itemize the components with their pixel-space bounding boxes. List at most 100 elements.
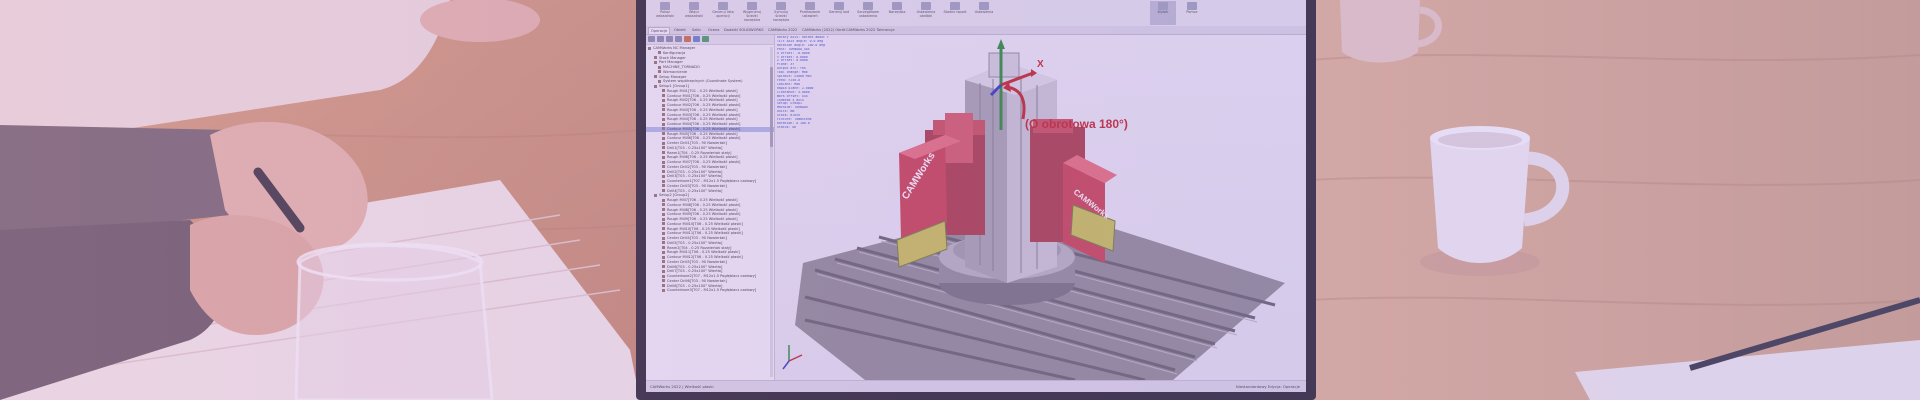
tree-item-label: Contour Mill1[T06 - 0.25 Wielkość płaski… — [667, 93, 741, 98]
ribbon-button[interactable]: Wygeneruj ścieżki narzędzia — [739, 1, 765, 25]
ribbon-button[interactable]: Stwórz raport — [942, 1, 968, 25]
ribbon-tool-icon — [689, 2, 699, 10]
operation-icon — [662, 132, 665, 135]
ribbon-button[interactable]: Generuj kod — [826, 1, 852, 25]
operation-icon — [662, 227, 665, 230]
operation-icon — [662, 98, 665, 102]
ribbon-button-label: Stwórz raport — [943, 10, 967, 14]
operation-icon — [662, 265, 665, 268]
ribbon-button[interactable]: Przekazanie ustawień — [797, 1, 823, 25]
ribbon-button[interactable]: Generuj listę operacji — [710, 1, 736, 25]
tree-item-label: Stock Manager — [659, 55, 686, 60]
operation-icon — [658, 65, 661, 69]
graphics-viewport[interactable]: Rotary Axis: Rotate about Y Tilt Axis ang… — [775, 35, 1306, 380]
operation-icon — [662, 103, 665, 107]
tree-item-label: Contour Mill11[T06 - 0.25 Wielkość płask… — [667, 231, 743, 236]
tree-item-label: Rough Mill9[T06 - 0.25 Wielkość płaski] — [667, 217, 738, 221]
camworks-operation-tree-icon[interactable] — [693, 36, 700, 42]
tree-scrollbar[interactable] — [770, 47, 773, 377]
property-manager-icon[interactable] — [657, 36, 664, 42]
tree-item-label: Rough Mill3[T06 - 0.25 Wielkość płaski] — [667, 107, 738, 112]
tree-item-label: Drill6[T03 - 0.25x100° Wiertło] — [667, 264, 723, 269]
ribbon-button[interactable]: Narzędzia — [884, 1, 910, 25]
camworks-tool-tree-icon[interactable] — [702, 36, 709, 42]
tree-item-label: Rough Mill8[T06 - 0.25 Wielkość płaski] — [667, 207, 738, 212]
tree-item-label: Drill1[T03 - 0.25x100° Wiertło] — [667, 145, 723, 150]
camworks-feature-tree-icon[interactable] — [684, 36, 691, 42]
command-tab[interactable]: CAMWorks (2022) Obrót — [800, 27, 847, 33]
tree-item-label: Ream1[T04 - 0.25 Rozwiertak stały] — [667, 150, 732, 155]
right-fixtures: CAMWorks — [1030, 119, 1117, 263]
command-tab[interactable]: CAMWorks 2022 Tolerancje — [844, 27, 897, 33]
command-tab[interactable]: Dodatki SOLIDWORKS — [722, 27, 766, 33]
ribbon-button-label: Generuj kod — [828, 10, 850, 14]
operation-icon — [662, 231, 665, 235]
command-tab[interactable]: Szkic — [690, 27, 703, 33]
feature-tree-icon[interactable] — [648, 36, 655, 42]
operation-icon — [662, 255, 665, 259]
tree-item-label: Rough Mill2[T06 - 0.25 Wielkość płaski] — [667, 98, 738, 103]
tree-item-label: Contour Mill8[T06 - 0.25 Wielkość płaski… — [667, 202, 741, 207]
tree-item-label: Contour Mill9[T06 - 0.25 Wielkość płaski… — [667, 212, 741, 217]
dimxpert-icon[interactable] — [675, 36, 682, 42]
scroll-thumb[interactable] — [770, 67, 773, 147]
status-right: Niestandardowy Edycja: Operacje — [1235, 384, 1300, 389]
operation-icon — [662, 203, 665, 207]
operation-icon — [658, 51, 661, 55]
tree-item-label: Part Manager — [659, 60, 683, 65]
operation-icon — [662, 174, 665, 178]
status-left: CAMWorks 2022 | Wielkość płaski — [650, 384, 714, 389]
operation-icon — [654, 193, 657, 197]
command-tab[interactable]: Ocena — [706, 27, 722, 33]
tree-item-label: Contour Mill5[T06 - 0.25 Wielkość płaski… — [667, 126, 741, 131]
tombstone-model: CAMWorks CAMWorks X — [782, 39, 1285, 380]
command-tab[interactable]: Obiekt — [672, 27, 688, 33]
ribbon-button[interactable]: Pokaż wskazówki — [652, 1, 678, 25]
ribbon-tool-icon — [718, 2, 728, 10]
ribbon-button[interactable]: Szczegółowe ustawienia — [855, 1, 881, 25]
ribbon-button-label: Wybór — [1157, 10, 1169, 14]
tree-item-label: Counterbore3[T07 - M12x1.5 Pogłębiacz cz… — [667, 288, 757, 293]
tree-item-label: Drill5[T03 - 0.25x100° Wiertło] — [667, 240, 723, 245]
ribbon-button-label: Przekazanie ustawień — [799, 10, 821, 18]
tree-item-label: System współrzędnych (Coordinate System) — [663, 79, 743, 84]
command-tab[interactable]: CAMWorks 2022 — [766, 27, 799, 33]
ribbon-button-label: Pokaż wskazówki — [655, 10, 675, 18]
operation-icon — [662, 146, 665, 150]
monitor: Pokaż wskazówki Włącz wskazówki Generuj li… — [636, 0, 1316, 400]
tree-item-label: Center Drill3[T03 - 90 Nawiertak] — [667, 183, 727, 188]
operation-icon — [662, 217, 665, 221]
operation-icon — [662, 260, 665, 264]
tree-toolbar — [646, 35, 774, 45]
operation-icon — [662, 198, 665, 202]
elbow — [420, 0, 540, 42]
coffee-cup — [1430, 138, 1530, 263]
operation-icon — [654, 60, 657, 64]
ribbon-tool-icon — [776, 2, 786, 10]
drinking-glass — [294, 244, 494, 400]
ribbon-button[interactable]: Ustawienia — [971, 1, 997, 25]
operation-icon — [662, 279, 665, 283]
tree-item-label: Setup Manager — [659, 74, 687, 79]
tree-item-label: Center Drill6[T03 - 90 Nawiertak] — [667, 278, 727, 283]
tree-item[interactable]: Counterbore3[T07 - M12x1.5 Pogłębiacz cz… — [646, 288, 774, 293]
command-tabs: Operacje Obiekt Szkic Ocena Dodatki SOLIDWOR… — [646, 26, 1306, 35]
tree-item-label: Contour Mill6[T06 - 0.25 Wielkość płaski… — [667, 136, 741, 141]
ribbon-button[interactable]: Pomoc — [1179, 1, 1205, 25]
command-tab[interactable]: Operacje — [648, 27, 671, 35]
tree-item-label: Drill3[T03 - 0.25x100° Wiertło] — [667, 174, 723, 179]
operation-icon — [662, 113, 665, 116]
ribbon-button[interactable]: Ustawienia obróbki — [913, 1, 939, 25]
ribbon-button-label: Narzędzia — [888, 10, 906, 14]
ribbon-button[interactable]: Włącz wskazówki — [681, 1, 707, 25]
ribbon-button[interactable]: Wybór — [1150, 1, 1176, 25]
operation-icon — [662, 170, 665, 173]
configuration-icon[interactable] — [666, 36, 673, 42]
operation-icon — [662, 189, 665, 192]
ribbon-button[interactable]: Symuluj ścieżki narzędzia — [768, 1, 794, 25]
operation-icon — [662, 117, 665, 121]
operation-icon — [654, 56, 657, 59]
tree-item-label: Konfiguracja — [663, 50, 686, 55]
tree-item-label: Center Drill5[T03 - 90 Nawiertak] — [667, 259, 727, 264]
axis-x-label: X — [1037, 59, 1044, 70]
